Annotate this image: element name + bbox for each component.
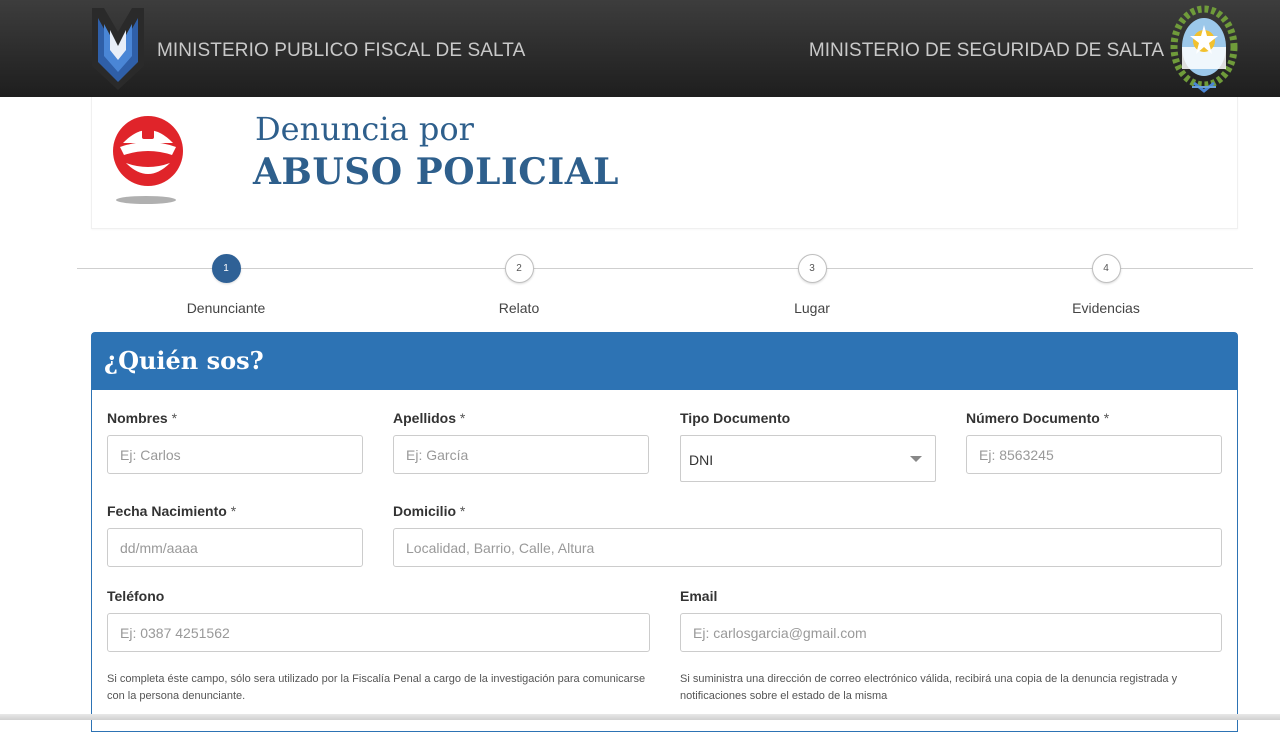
tipo-documento-label: Tipo Documento	[680, 410, 790, 426]
telefono-label-text: Teléfono	[107, 588, 165, 604]
police-cap-icon	[113, 116, 183, 204]
domicilio-input[interactable]	[393, 528, 1222, 567]
nombres-label: Nombres *	[107, 410, 177, 426]
required-marker: *	[1103, 410, 1110, 426]
numero-documento-label-text: Número Documento	[966, 410, 1100, 426]
dropdown-caret-icon	[910, 456, 922, 462]
step-label: Evidencias	[1072, 300, 1140, 316]
ministerio-publico-fiscal-title[interactable]: MINISTERIO PUBLICO FISCAL DE SALTA	[157, 40, 525, 62]
page-title-line1: Denuncia por	[255, 110, 474, 148]
fecha-nacimiento-label-text: Fecha Nacimiento	[107, 503, 227, 519]
tipo-documento-select[interactable]: DNI	[680, 435, 936, 482]
email-input[interactable]	[680, 613, 1222, 652]
apellidos-label-text: Apellidos	[393, 410, 457, 426]
email-help-text: Si suministra una dirección de correo el…	[680, 673, 1178, 702]
step-number-badge[interactable]: 4	[1091, 254, 1121, 283]
telefono-input[interactable]	[107, 613, 650, 652]
step-number-badge[interactable]: 3	[797, 254, 827, 283]
step-denunciante[interactable]: 1 Denunciante	[126, 254, 326, 316]
tipo-documento-value: DNI	[689, 452, 714, 468]
fecha-nacimiento-input[interactable]	[107, 528, 363, 567]
email-label: Email	[680, 588, 717, 604]
required-marker: *	[459, 503, 466, 519]
panel-header: ¿Quién sos?	[92, 333, 1237, 390]
nombres-label-text: Nombres	[107, 410, 168, 426]
step-label: Denunciante	[186, 300, 266, 316]
step-evidencias[interactable]: 4 Evidencias	[1006, 254, 1206, 316]
numero-documento-label: Número Documento *	[966, 410, 1109, 426]
salta-coat-of-arms-icon[interactable]	[1170, 3, 1238, 95]
fecha-nacimiento-label: Fecha Nacimiento *	[107, 503, 236, 519]
page-header: Denuncia por ABUSO POLICIAL	[91, 97, 1238, 229]
telefono-help-text: Si completa éste campo, sólo sera utiliz…	[107, 673, 646, 702]
numero-documento-input[interactable]	[966, 435, 1222, 474]
domicilio-label-text: Domicilio	[393, 503, 457, 519]
ministerio-seguridad-title[interactable]: MINISTERIO DE SEGURIDAD DE SALTA	[809, 40, 1164, 62]
step-number-badge[interactable]: 2	[504, 254, 534, 283]
telefono-label: Teléfono	[107, 588, 164, 604]
bottom-scroll-edge	[0, 714, 1280, 720]
ministerio-publico-fiscal-logo-icon[interactable]	[90, 4, 146, 92]
nombres-input[interactable]	[107, 435, 363, 474]
apellidos-input[interactable]	[393, 435, 649, 474]
step-number-badge[interactable]: 1	[211, 254, 241, 283]
top-navbar: MINISTERIO PUBLICO FISCAL DE SALTA MINIS…	[0, 0, 1280, 97]
step-relato[interactable]: 2 Relato	[419, 254, 619, 316]
email-label-text: Email	[680, 588, 718, 604]
required-marker: *	[459, 410, 466, 426]
step-label: Lugar	[794, 300, 830, 316]
step-lugar[interactable]: 3 Lugar	[712, 254, 912, 316]
panel-title: ¿Quién sos?	[104, 346, 264, 375]
tipo-documento-label-text: Tipo Documento	[680, 410, 791, 426]
apellidos-label: Apellidos *	[393, 410, 465, 426]
required-marker: *	[230, 503, 237, 519]
required-marker: *	[171, 410, 178, 426]
page-title-line2: ABUSO POLICIAL	[253, 151, 619, 193]
step-label: Relato	[498, 300, 540, 316]
domicilio-label: Domicilio *	[393, 503, 465, 519]
